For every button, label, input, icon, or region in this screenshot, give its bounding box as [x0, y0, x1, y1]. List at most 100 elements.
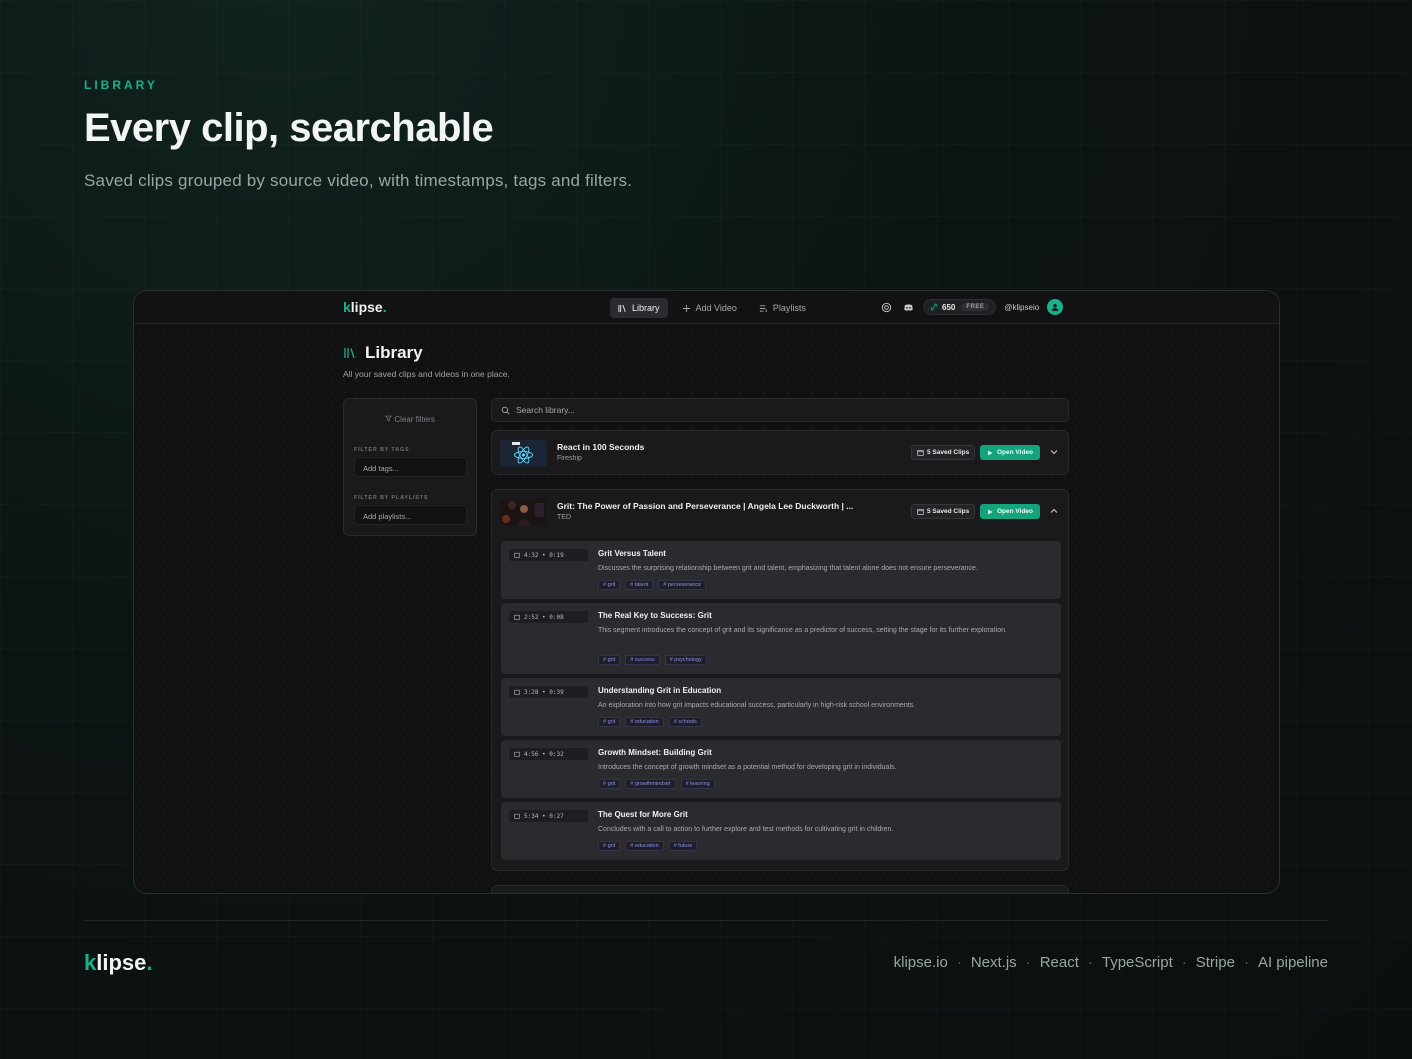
tag[interactable]: # future: [668, 841, 698, 851]
credits-badge[interactable]: 650 FREE: [923, 299, 997, 315]
clip-card[interactable]: 4:32 • 0:19 Grit Versus Talent Discusses…: [501, 541, 1061, 599]
clip-card[interactable]: 2:52 • 0:08 The Real Key to Success: Gri…: [501, 603, 1061, 674]
chevron-up-icon[interactable]: [1049, 506, 1059, 516]
username[interactable]: @klipseio: [1004, 303, 1039, 312]
video-thumbnail: [500, 499, 547, 526]
plus-icon: [682, 304, 690, 312]
clip-tags: # grit # success # psychology: [598, 655, 707, 665]
play-icon: [988, 450, 993, 455]
footer-link: TypeScript: [1101, 954, 1173, 971]
clip-title: The Real Key to Success: Grit: [598, 611, 712, 620]
search-input[interactable]: Search library...: [491, 398, 1069, 422]
tag[interactable]: # psychology: [664, 655, 707, 665]
filter-panel: Clear filters FILTER BY TAGS Add tags...…: [343, 398, 477, 536]
tag[interactable]: # education: [625, 841, 664, 851]
filter-icon: [385, 415, 393, 422]
clip-description: Discusses the surprising relationship be…: [598, 565, 978, 572]
clip-card[interactable]: 3:28 • 0:39 Understanding Grit in Educat…: [501, 678, 1061, 736]
playlist-icon: [759, 304, 767, 312]
page-header: Library All your saved clips and videos …: [343, 343, 510, 379]
top-bar: klipse. Library Add Video Playlists 650 …: [134, 291, 1279, 324]
play-icon: [988, 509, 993, 514]
clip-icon: [514, 689, 520, 695]
page-title-text: Library: [365, 343, 423, 362]
tag[interactable]: # schools: [668, 717, 702, 727]
tag[interactable]: # grit: [598, 841, 621, 851]
link-icon: [930, 303, 938, 311]
clip-tags: # grit # education # future: [598, 841, 698, 851]
footer-link: Stripe: [1195, 954, 1235, 971]
video-card-header[interactable]: React in 100 Seconds Fireship 5 Saved Cl…: [492, 431, 1068, 473]
footer-divider: [84, 920, 1328, 921]
hero-title: Every clip, searchable: [84, 106, 494, 150]
tags-filter-input[interactable]: Add tags...: [354, 457, 467, 477]
clip-description: This segment introduces the concept of g…: [598, 627, 1007, 634]
search-placeholder: Search library...: [516, 405, 575, 415]
video-card[interactable]: Grit: The Power of Passion and Persevera…: [491, 489, 1069, 871]
video-card[interactable]: React in 100 Seconds Fireship 5 Saved Cl…: [491, 430, 1069, 475]
footer-link: React: [1039, 954, 1079, 971]
tag[interactable]: # perseverance: [658, 580, 707, 590]
filter-tags-label: FILTER BY TAGS: [354, 447, 410, 453]
clip-timestamp[interactable]: 5:34 • 0:27: [509, 810, 588, 822]
tag[interactable]: # growthmindset: [625, 779, 676, 789]
footer-logo: klipse.: [84, 950, 153, 975]
avatar[interactable]: [1047, 299, 1064, 315]
open-video-button[interactable]: Open Video: [980, 504, 1040, 519]
tag[interactable]: # grit: [598, 580, 621, 590]
clip-icon: [514, 552, 520, 558]
video-channel: TED: [557, 514, 571, 521]
page-title: Library: [343, 343, 510, 363]
footer-link: Next.js: [970, 954, 1017, 971]
playlists-filter-input[interactable]: Add playlists...: [354, 505, 467, 525]
tag[interactable]: # success: [625, 655, 660, 665]
clip-title: Understanding Grit in Education: [598, 686, 722, 695]
tag[interactable]: # grit: [598, 655, 621, 665]
nav-playlists-label: Playlists: [772, 303, 806, 313]
footer-link[interactable]: klipse.io: [894, 954, 948, 971]
clip-timestamp[interactable]: 4:32 • 0:19: [509, 549, 588, 561]
open-video-label: Open Video: [997, 449, 1033, 456]
discord-icon[interactable]: [901, 300, 915, 314]
tag[interactable]: # grit: [598, 717, 621, 727]
video-card-peek[interactable]: [491, 885, 1069, 893]
video-title[interactable]: React in 100 Seconds: [557, 442, 644, 452]
clip-card[interactable]: 5:34 • 0:27 The Quest for More Grit Conc…: [501, 802, 1061, 860]
nav-add-video[interactable]: Add Video: [674, 298, 745, 318]
support-icon[interactable]: [879, 300, 893, 314]
library-icon: [618, 304, 626, 312]
clip-title: Growth Mindset: Building Grit: [598, 748, 712, 757]
video-card-header[interactable]: Grit: The Power of Passion and Persevera…: [492, 490, 1068, 532]
tag[interactable]: # talent: [625, 580, 654, 590]
plan-badge: FREE: [961, 303, 990, 311]
nav-library-label: Library: [632, 303, 660, 313]
clip-timestamp[interactable]: 2:52 • 0:08: [509, 611, 588, 623]
open-video-button[interactable]: Open Video: [980, 445, 1040, 460]
saved-clips-badge: 5 Saved Clips: [911, 445, 976, 460]
hero: LIBRARY Every clip, searchable Saved cli…: [84, 78, 632, 191]
app-logo[interactable]: klipse.: [343, 299, 387, 315]
clip-timestamp[interactable]: 3:28 • 0:39: [509, 686, 588, 698]
video-title[interactable]: Grit: The Power of Passion and Persevera…: [557, 501, 853, 511]
nav-playlists[interactable]: Playlists: [751, 298, 814, 318]
library-icon: [344, 348, 355, 359]
clip-card[interactable]: 4:56 • 0:32 Growth Mindset: Building Gri…: [501, 740, 1061, 798]
saved-clips-badge: 5 Saved Clips: [911, 504, 976, 519]
clear-filters-label: Clear filters: [394, 415, 435, 424]
filter-playlists-label: FILTER BY PLAYLISTS: [354, 495, 429, 501]
clip-description: An exploration into how grit impacts edu…: [598, 702, 916, 709]
tag[interactable]: # education: [625, 717, 664, 727]
clip-icon: [514, 614, 520, 620]
clip-icon: [514, 751, 520, 757]
search-icon: [501, 406, 510, 414]
tag[interactable]: # learning: [680, 779, 715, 789]
tag[interactable]: # grit: [598, 779, 621, 789]
clip-tags: # grit # education # schools: [598, 717, 702, 727]
chevron-down-icon[interactable]: [1049, 447, 1059, 457]
clip-timestamp[interactable]: 4:56 • 0:32: [509, 748, 588, 760]
main-nav: Library Add Video Playlists: [610, 298, 814, 318]
nav-library[interactable]: Library: [610, 298, 668, 318]
clear-filters-button[interactable]: Clear filters: [344, 415, 476, 424]
eyebrow: LIBRARY: [84, 78, 158, 92]
clip-tags: # grit # growthmindset # learning: [598, 779, 715, 789]
